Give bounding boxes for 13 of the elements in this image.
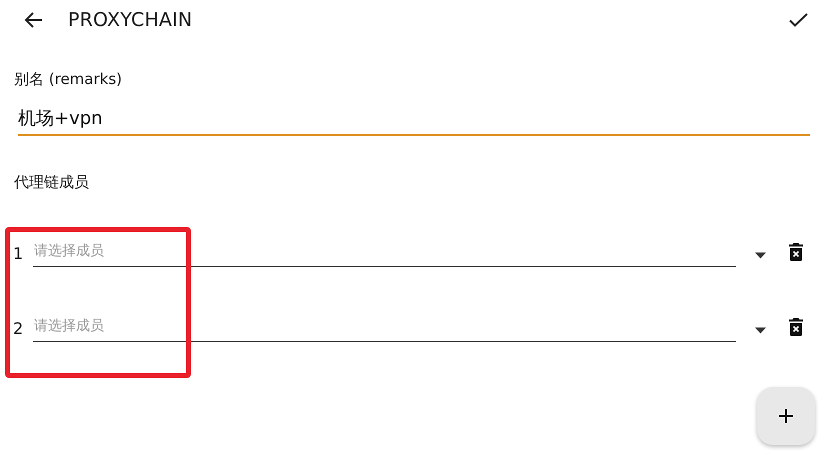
dropdown-caret-icon [754, 327, 767, 334]
screen-title: PROXYCHAIN [68, 9, 194, 31]
member-select[interactable]: 请选择成员 [33, 243, 736, 267]
section-heading: 代理链成员 [13, 172, 90, 192]
trash-icon [789, 243, 803, 261]
member-index: 2 [13, 319, 24, 340]
remarks-label: 别名 (remarks) [13, 69, 124, 89]
trash-icon [789, 318, 803, 336]
member-index: 1 [13, 244, 24, 265]
dropdown-caret-icon [754, 252, 767, 259]
remarks-field[interactable]: 机场+vpn [18, 107, 810, 136]
plus-icon [778, 408, 794, 424]
member-select[interactable]: 请选择成员 [33, 318, 736, 342]
